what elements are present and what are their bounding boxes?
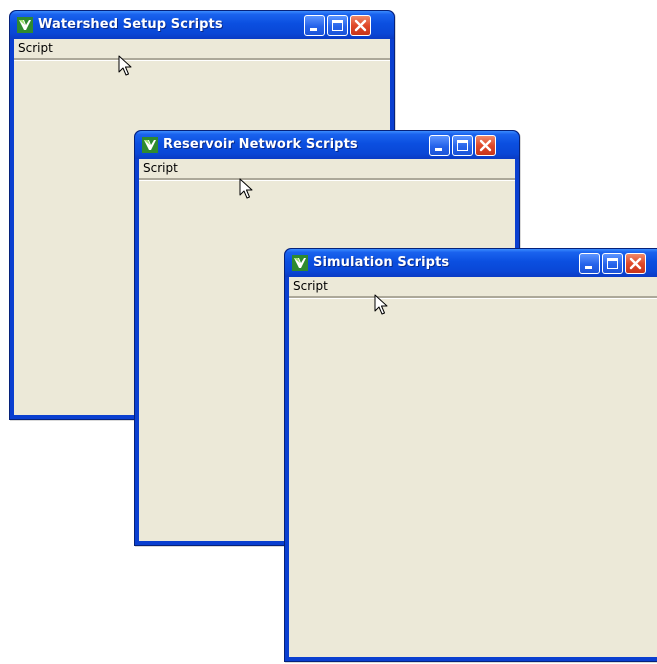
mouse-pointer-icon: [374, 294, 388, 315]
window-title: Reservoir Network Scripts: [163, 137, 358, 152]
menu-bar: Script: [14, 39, 390, 60]
close-button[interactable]: [625, 253, 646, 274]
desktop-area: Watershed Setup Scripts Script Reservoir…: [0, 0, 657, 664]
maximize-icon: [457, 140, 468, 151]
menu-script[interactable]: Script: [293, 279, 328, 293]
close-icon: [629, 257, 642, 270]
title-bar[interactable]: Watershed Setup Scripts: [10, 11, 394, 39]
window-title: Watershed Setup Scripts: [38, 17, 223, 32]
menu-bar: Script: [139, 159, 515, 180]
menu-bar: Script: [289, 277, 657, 298]
app-icon: [142, 137, 158, 153]
close-icon: [479, 139, 492, 152]
minimize-icon: [435, 148, 442, 151]
minimize-button[interactable]: [429, 135, 450, 156]
minimize-icon: [310, 28, 317, 31]
maximize-button[interactable]: [327, 15, 348, 36]
maximize-icon: [332, 20, 343, 31]
mouse-pointer-icon: [239, 178, 253, 199]
app-icon: [292, 255, 308, 271]
menu-script[interactable]: Script: [18, 41, 53, 55]
close-icon: [354, 19, 367, 32]
minimize-icon: [585, 266, 592, 269]
title-bar[interactable]: Simulation Scripts: [285, 249, 657, 277]
window-title: Simulation Scripts: [313, 255, 450, 270]
close-button[interactable]: [350, 15, 371, 36]
maximize-icon: [607, 258, 618, 269]
minimize-button[interactable]: [304, 15, 325, 36]
app-icon: [17, 17, 33, 33]
maximize-button[interactable]: [452, 135, 473, 156]
minimize-button[interactable]: [579, 253, 600, 274]
window-client-area: Script: [289, 277, 657, 657]
window-simulation-scripts: Simulation Scripts Script: [284, 248, 657, 662]
maximize-button[interactable]: [602, 253, 623, 274]
title-bar[interactable]: Reservoir Network Scripts: [135, 131, 519, 159]
close-button[interactable]: [475, 135, 496, 156]
menu-script[interactable]: Script: [143, 161, 178, 175]
mouse-pointer-icon: [118, 55, 132, 76]
